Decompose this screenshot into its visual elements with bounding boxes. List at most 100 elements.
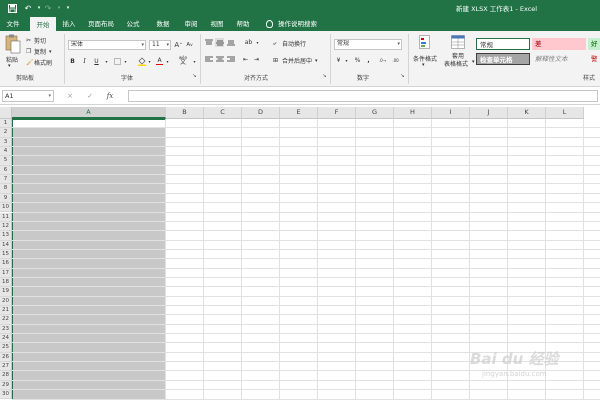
- number-format-combo[interactable]: 常规 ▾: [334, 39, 402, 50]
- select-all-corner[interactable]: [0, 107, 12, 119]
- phonetic-dropdown-icon[interactable]: ▾: [190, 57, 199, 66]
- row-header-23[interactable]: 23: [0, 324, 12, 335]
- row-header-17[interactable]: 17: [0, 268, 12, 278]
- tab-home[interactable]: 开始: [30, 17, 56, 31]
- style-check-cell[interactable]: 检查单元格: [476, 53, 530, 65]
- row-header-28[interactable]: 28: [0, 371, 12, 381]
- percent-button[interactable]: %: [353, 56, 362, 65]
- borders-dropdown-icon[interactable]: ▾: [121, 57, 130, 66]
- fill-color-dropdown-icon[interactable]: ▾: [145, 57, 154, 66]
- italic-button[interactable]: I: [80, 57, 89, 66]
- tab-data[interactable]: 数据: [152, 17, 174, 31]
- copy-button[interactable]: ❐ 复制 ▾: [26, 47, 52, 56]
- comma-button[interactable]: ,: [364, 56, 373, 65]
- align-left-icon[interactable]: [204, 55, 213, 64]
- style-bad[interactable]: 差: [532, 38, 586, 50]
- orientation-dropdown-icon[interactable]: ▾: [253, 38, 262, 47]
- row-header-29[interactable]: 29: [0, 380, 12, 391]
- row-header-20[interactable]: 20: [0, 296, 12, 306]
- tab-insert[interactable]: 插入: [58, 17, 80, 31]
- save-icon[interactable]: [6, 2, 18, 14]
- column-header-l[interactable]: L: [546, 107, 584, 119]
- column-header-i[interactable]: I: [432, 107, 470, 119]
- font-color-dropdown-icon[interactable]: ▾: [163, 57, 172, 66]
- style-warning[interactable]: 警: [588, 53, 600, 65]
- tab-view[interactable]: 视图: [206, 17, 228, 31]
- alignment-dialog-launcher-icon[interactable]: ↘: [320, 71, 329, 80]
- column-header-c[interactable]: C: [204, 107, 242, 119]
- chevron-down-icon[interactable]: ▾: [315, 58, 318, 64]
- align-top-icon[interactable]: [204, 38, 213, 47]
- formula-input[interactable]: [128, 90, 598, 102]
- style-explanatory[interactable]: 解释性文本: [532, 53, 586, 65]
- customize-icon[interactable]: ▾: [62, 2, 74, 14]
- bold-button[interactable]: B: [68, 57, 77, 66]
- conditional-formatting-icon[interactable]: [416, 34, 436, 50]
- tab-review[interactable]: 审阅: [180, 17, 202, 31]
- format-as-table-icon[interactable]: [448, 34, 468, 50]
- row-header-27[interactable]: 27: [0, 362, 12, 372]
- conditional-formatting-button[interactable]: 条件格式: [413, 54, 437, 63]
- cancel-icon[interactable]: ×: [60, 92, 80, 100]
- increase-decimal-icon[interactable]: .0→: [378, 56, 387, 65]
- name-box[interactable]: A1 ▾: [2, 90, 54, 102]
- insert-function-icon[interactable]: fx: [100, 92, 120, 100]
- increase-indent-icon[interactable]: ⇥: [252, 55, 261, 64]
- column-header-j[interactable]: J: [470, 107, 508, 119]
- row-header-8[interactable]: 8: [0, 184, 12, 194]
- row-header-9[interactable]: 9: [0, 193, 12, 204]
- format-as-table-line2[interactable]: 表格格式: [444, 59, 468, 68]
- tab-formulas[interactable]: 公式: [122, 17, 144, 31]
- wrap-text-button[interactable]: ⤶ 自动换行: [273, 39, 306, 49]
- column-header-f[interactable]: F: [318, 107, 356, 119]
- column-header-h[interactable]: H: [394, 107, 432, 119]
- number-dialog-launcher-icon[interactable]: ↘: [398, 71, 407, 80]
- tab-file[interactable]: 文件: [0, 17, 26, 31]
- tab-page-layout[interactable]: 页面布局: [84, 17, 118, 31]
- align-right-icon[interactable]: [226, 55, 235, 64]
- conditional-formatting-dropdown-icon[interactable]: ▾: [422, 62, 425, 68]
- row-header-4[interactable]: 4: [0, 147, 12, 157]
- row-header-30[interactable]: 30: [0, 390, 12, 400]
- row-header-18[interactable]: 18: [0, 277, 12, 288]
- align-middle-icon[interactable]: [215, 38, 224, 47]
- tab-help[interactable]: 帮助: [232, 17, 254, 31]
- row-header-5[interactable]: 5: [0, 156, 12, 166]
- style-normal[interactable]: 常规: [476, 38, 530, 50]
- row-header-12[interactable]: 12: [0, 221, 12, 232]
- font-size-combo[interactable]: 11 ▾: [149, 40, 171, 50]
- row-header-26[interactable]: 26: [0, 352, 12, 363]
- column-header-a[interactable]: A: [12, 107, 166, 119]
- row-header-7[interactable]: 7: [0, 175, 12, 185]
- align-bottom-icon[interactable]: [226, 38, 235, 47]
- row-header-11[interactable]: 11: [0, 212, 12, 222]
- grow-font-button[interactable]: A ^: [174, 40, 183, 49]
- enter-icon[interactable]: ✓: [80, 92, 100, 100]
- font-name-combo[interactable]: 宋体 ▾: [68, 40, 146, 50]
- paste-dropdown-icon[interactable]: ▾: [8, 63, 11, 69]
- row-header-14[interactable]: 14: [0, 240, 12, 250]
- column-header-e[interactable]: E: [280, 107, 318, 119]
- font-dialog-launcher-icon[interactable]: ↘: [190, 71, 199, 80]
- row-header-1[interactable]: 1: [0, 119, 12, 129]
- row-header-22[interactable]: 22: [0, 315, 12, 325]
- selected-column-a[interactable]: [12, 119, 166, 400]
- row-header-16[interactable]: 16: [0, 259, 12, 269]
- row-header-10[interactable]: 10: [0, 203, 12, 213]
- row-header-2[interactable]: 2: [0, 128, 12, 138]
- underline-dropdown-icon[interactable]: ▾: [102, 57, 111, 66]
- style-good[interactable]: 好: [588, 38, 600, 50]
- cut-button[interactable]: ✂ 剪切: [26, 36, 46, 45]
- column-header-g[interactable]: G: [356, 107, 394, 119]
- shrink-font-button[interactable]: Av: [185, 40, 194, 49]
- column-header-k[interactable]: K: [508, 107, 546, 119]
- decrease-indent-icon[interactable]: ⇤: [241, 55, 250, 64]
- row-header-13[interactable]: 13: [0, 231, 12, 241]
- orientation-icon[interactable]: ab: [244, 38, 253, 47]
- phonetic-guide-button[interactable]: wén 文: [176, 55, 190, 66]
- column-header-b[interactable]: B: [166, 107, 204, 119]
- underline-button[interactable]: U: [92, 57, 101, 66]
- merge-center-button[interactable]: ⊞ 合并后居中 ▾: [273, 56, 318, 65]
- column-header-d[interactable]: D: [242, 107, 280, 119]
- row-header-15[interactable]: 15: [0, 249, 12, 260]
